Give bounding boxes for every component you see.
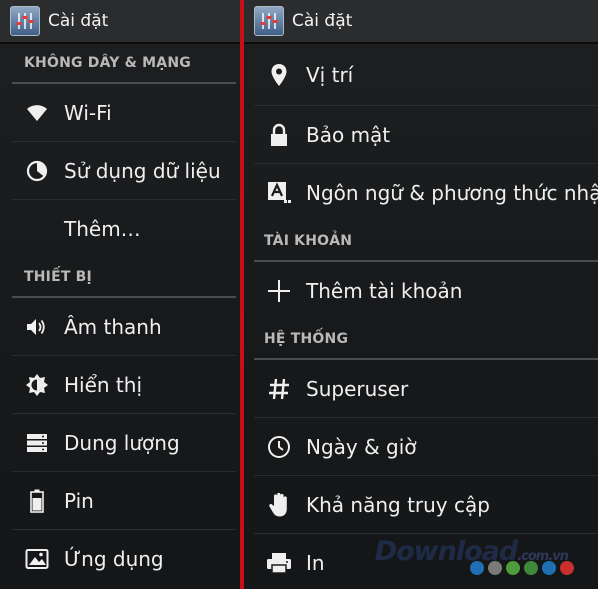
app-title: Cài đặt bbox=[292, 11, 353, 31]
clock-icon bbox=[266, 434, 292, 460]
section-header-device: THIẾT BỊ bbox=[12, 258, 236, 298]
settings-item-add-account[interactable]: Thêm tài khoản bbox=[254, 262, 598, 320]
settings-item-language[interactable]: Ngôn ngữ & phương thức nhập bbox=[254, 164, 598, 222]
watermark-dot bbox=[560, 561, 574, 575]
settings-item-apps[interactable]: Ứng dụng bbox=[12, 530, 236, 588]
settings-item-label: Thêm tài khoản bbox=[306, 279, 463, 303]
settings-item-accessibility[interactable]: Khả năng truy cập bbox=[254, 476, 598, 534]
settings-item-label: Superuser bbox=[306, 376, 409, 401]
section-header-wireless: KHÔNG DÂY & MẠNG bbox=[12, 44, 236, 84]
settings-item-location[interactable]: Vị trí bbox=[254, 44, 598, 106]
settings-app-icon[interactable] bbox=[254, 6, 284, 36]
settings-item-storage[interactable]: Dung lượng bbox=[12, 414, 236, 472]
settings-item-more[interactable]: Thêm… bbox=[12, 200, 236, 258]
plus-icon bbox=[266, 278, 292, 304]
settings-item-label: Pin bbox=[64, 488, 94, 513]
battery-icon bbox=[24, 488, 50, 514]
settings-item-label: Dung lượng bbox=[64, 430, 180, 455]
settings-item-date-time[interactable]: Ngày & giờ bbox=[254, 418, 598, 476]
settings-item-superuser[interactable]: Superuser bbox=[254, 360, 598, 418]
section-header-accounts: TÀI KHOẢN bbox=[254, 222, 598, 262]
watermark-dots bbox=[470, 561, 574, 575]
app-title: Cài đặt bbox=[48, 11, 109, 31]
settings-item-label: Wi-Fi bbox=[64, 100, 112, 125]
settings-item-security[interactable]: Bảo mật bbox=[254, 106, 598, 164]
settings-app-icon[interactable] bbox=[10, 6, 40, 36]
lock-icon bbox=[266, 122, 292, 148]
watermark-dot bbox=[542, 561, 556, 575]
watermark-dot bbox=[488, 561, 502, 575]
settings-item-label: Khả năng truy cập bbox=[306, 492, 490, 517]
settings-item-wifi[interactable]: Wi-Fi bbox=[12, 84, 236, 142]
hand-icon bbox=[266, 492, 292, 518]
storage-icon bbox=[24, 430, 50, 456]
settings-item-label: Ngày & giờ bbox=[306, 434, 417, 459]
action-bar: Cài đặt bbox=[244, 0, 598, 44]
settings-item-label: Thêm… bbox=[64, 217, 141, 241]
settings-item-label: Ứng dụng bbox=[64, 547, 164, 571]
settings-item-battery[interactable]: Pin bbox=[12, 472, 236, 530]
location-pin-icon bbox=[266, 62, 292, 88]
settings-item-label: Âm thanh bbox=[64, 314, 162, 339]
right-settings-panel: Cài đặt Vị trí Bảo mật Ngôn ngữ & phương… bbox=[244, 0, 598, 589]
settings-item-label: Ngôn ngữ & phương thức nhập bbox=[306, 181, 598, 205]
left-settings-panel: Cài đặt KHÔNG DÂY & MẠNG Wi-Fi Sử dụng d… bbox=[0, 0, 240, 589]
brightness-icon bbox=[24, 372, 50, 398]
wifi-icon bbox=[24, 100, 50, 126]
settings-item-label: Hiển thị bbox=[64, 372, 143, 397]
settings-item-label: Vị trí bbox=[306, 62, 354, 87]
language-keyboard-icon bbox=[266, 180, 292, 206]
apps-icon bbox=[24, 546, 50, 572]
section-header-system: HỆ THỐNG bbox=[254, 320, 598, 360]
watermark-dot bbox=[524, 561, 538, 575]
settings-item-label: In bbox=[306, 551, 325, 575]
settings-item-label: Sử dụng dữ liệu bbox=[64, 158, 221, 183]
data-usage-icon bbox=[24, 158, 50, 184]
settings-item-display[interactable]: Hiển thị bbox=[12, 356, 236, 414]
settings-item-label: Bảo mật bbox=[306, 122, 391, 147]
action-bar: Cài đặt bbox=[0, 0, 240, 44]
hash-icon bbox=[266, 376, 292, 402]
settings-item-sound[interactable]: Âm thanh bbox=[12, 298, 236, 356]
watermark-dot bbox=[506, 561, 520, 575]
watermark-dot bbox=[470, 561, 484, 575]
speaker-icon bbox=[24, 314, 50, 340]
settings-item-data-usage[interactable]: Sử dụng dữ liệu bbox=[12, 142, 236, 200]
printer-icon bbox=[266, 550, 292, 576]
